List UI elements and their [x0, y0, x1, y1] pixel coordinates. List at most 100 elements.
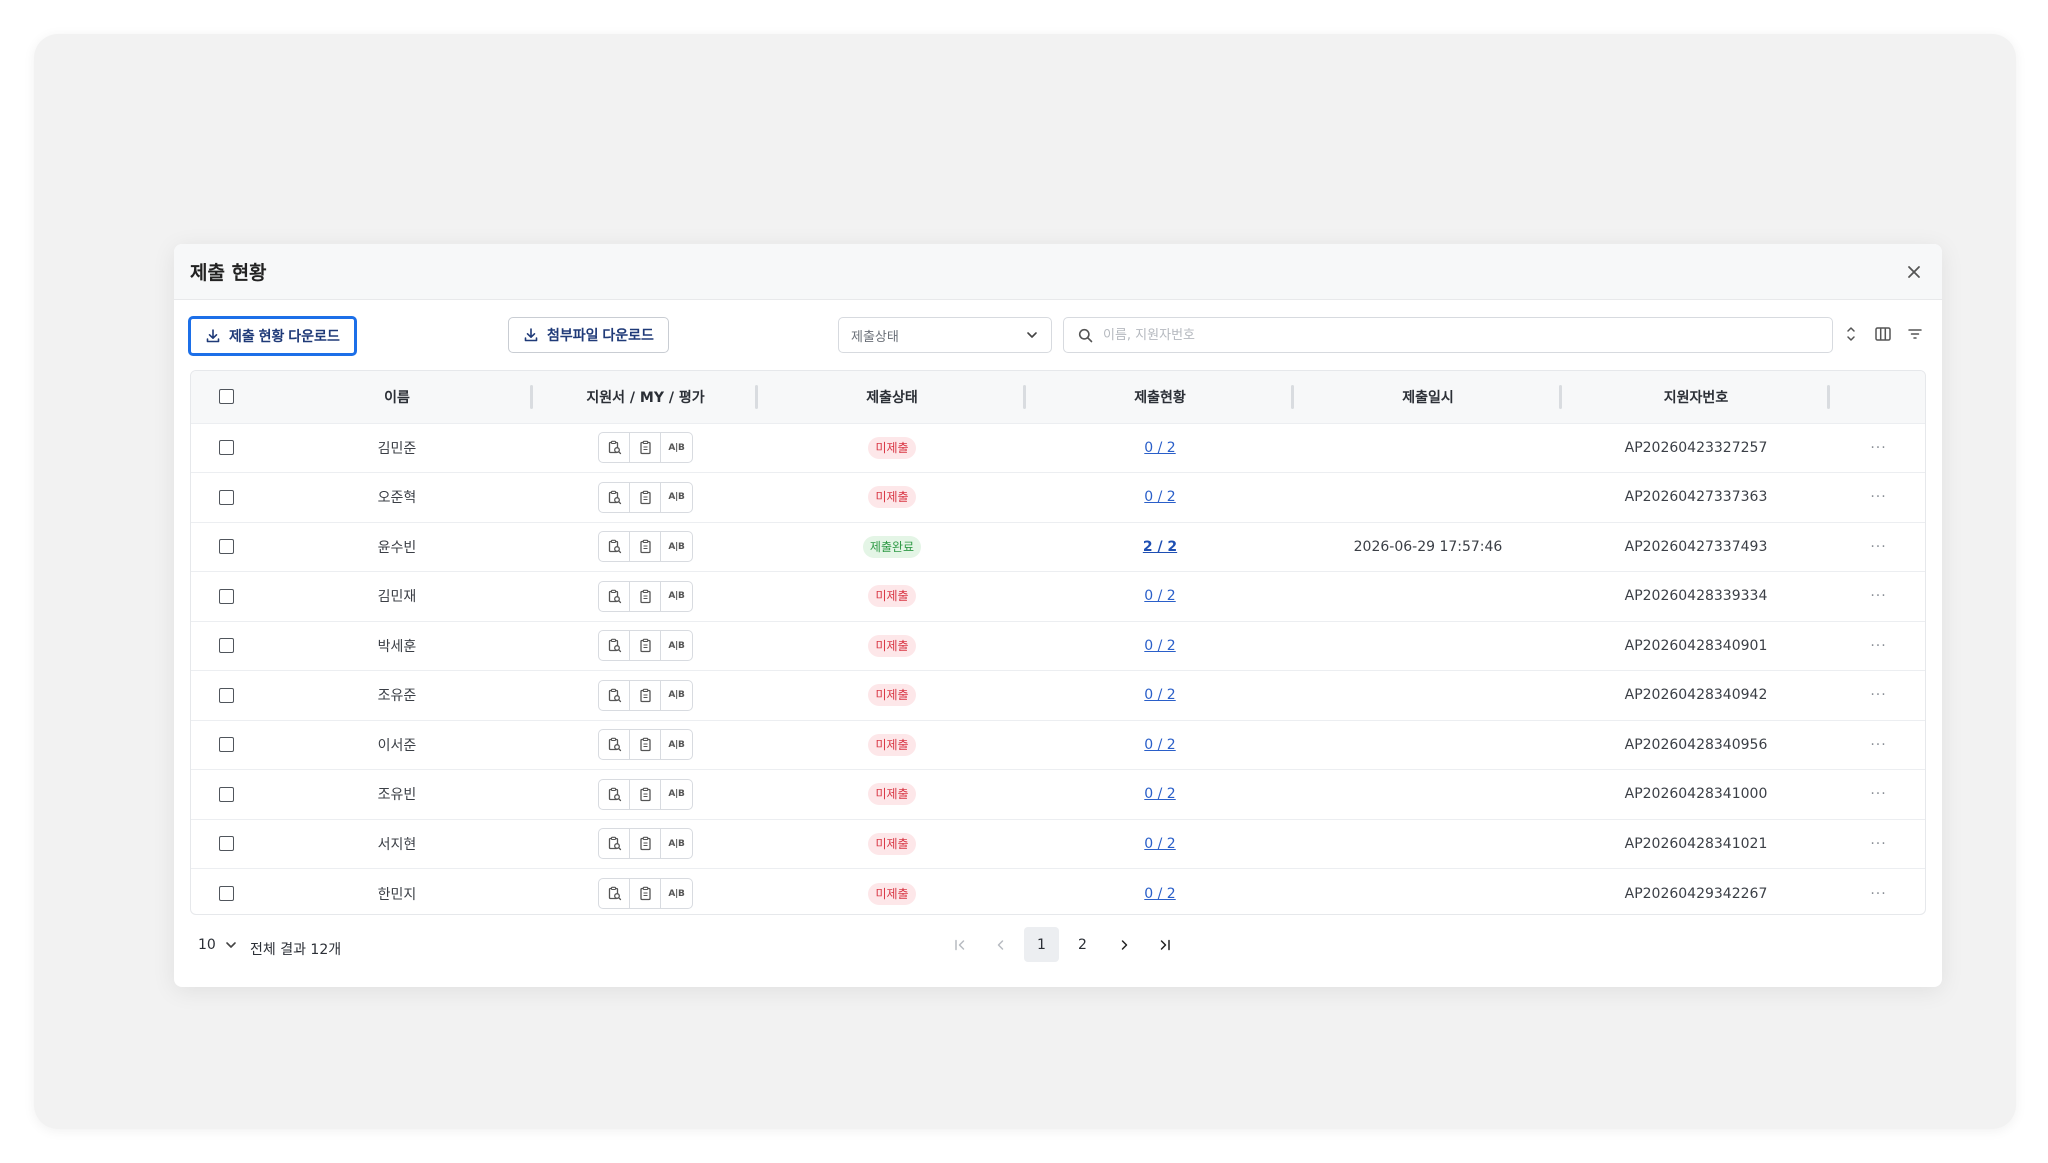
evaluation-button[interactable]: A|B	[661, 829, 692, 858]
my-button[interactable]	[630, 829, 661, 859]
evaluation-button[interactable]: A|B	[661, 879, 692, 908]
application-button[interactable]	[599, 879, 630, 908]
download-status-button[interactable]: 제출 현황 다운로드	[188, 316, 357, 356]
header-documents[interactable]: 지원서 / MY / 평가	[533, 371, 758, 423]
next-page-button[interactable]	[1106, 927, 1141, 962]
progress-link[interactable]: 0 / 2	[1144, 588, 1175, 604]
application-button[interactable]	[599, 730, 630, 760]
more-options-button[interactable]: ···	[1870, 588, 1886, 604]
progress-cell: 0 / 2	[1026, 720, 1294, 770]
progress-link[interactable]: 2 / 2	[1143, 539, 1177, 555]
table-row[interactable]: 조유빈 A|B 미제출 0 / 2 AP20260428341000 ···	[191, 769, 1925, 820]
application-button[interactable]	[599, 829, 630, 859]
more-options-button[interactable]: ···	[1870, 836, 1886, 852]
row-checkbox[interactable]	[218, 886, 234, 901]
evaluation-button[interactable]: A|B	[661, 582, 692, 611]
more-options-button[interactable]: ···	[1870, 539, 1886, 555]
progress-link[interactable]: 0 / 2	[1144, 886, 1175, 902]
application-button[interactable]	[599, 532, 630, 562]
row-checkbox[interactable]	[218, 588, 234, 604]
my-button[interactable]	[630, 680, 661, 710]
row-checkbox[interactable]	[218, 489, 234, 505]
progress-link[interactable]: 0 / 2	[1144, 737, 1175, 753]
evaluation-button[interactable]: A|B	[661, 433, 692, 462]
evaluation-button[interactable]: A|B	[661, 532, 692, 561]
search-box[interactable]	[1063, 317, 1833, 353]
my-button[interactable]	[630, 482, 661, 512]
my-button[interactable]	[630, 631, 661, 661]
my-button[interactable]	[630, 730, 661, 760]
page-size-select[interactable]: 10	[198, 937, 238, 953]
my-button[interactable]	[630, 779, 661, 809]
more-options-button[interactable]: ···	[1870, 786, 1886, 802]
table-row[interactable]: 김민재 A|B 미제출 0 / 2 AP20260428339334 ···	[191, 571, 1925, 622]
close-button[interactable]	[1900, 258, 1928, 286]
row-checkbox[interactable]	[218, 440, 234, 456]
header-submitted-at[interactable]: 제출일시	[1294, 371, 1562, 423]
progress-link[interactable]: 0 / 2	[1144, 489, 1175, 505]
progress-link[interactable]: 0 / 2	[1144, 638, 1175, 654]
table-row[interactable]: 조유준 A|B 미제출 0 / 2 AP20260428340942 ···	[191, 670, 1925, 721]
evaluation-button[interactable]: A|B	[661, 631, 692, 660]
download-attachments-button[interactable]: 첨부파일 다운로드	[508, 317, 669, 353]
more-options-button[interactable]: ···	[1870, 638, 1886, 654]
row-checkbox[interactable]	[218, 836, 234, 852]
progress-link[interactable]: 0 / 2	[1144, 440, 1175, 456]
more-options-button[interactable]: ···	[1870, 886, 1886, 902]
table-row[interactable]: 한민지 A|B 미제출 0 / 2 AP20260429342267 ···	[191, 868, 1925, 915]
application-button[interactable]	[599, 581, 630, 611]
applicant-name: 서지현	[377, 836, 417, 853]
header-status[interactable]: 제출상태	[758, 371, 1026, 423]
status-select[interactable]: 제출상태	[838, 317, 1052, 353]
header-progress[interactable]: 제출현황	[1026, 371, 1294, 423]
last-page-button[interactable]	[1147, 927, 1182, 962]
application-button[interactable]	[599, 779, 630, 809]
row-checkbox[interactable]	[218, 786, 234, 802]
evaluation-button[interactable]: A|B	[661, 483, 692, 512]
select-all-checkbox[interactable]	[218, 389, 234, 405]
progress-link[interactable]: 0 / 2	[1144, 687, 1175, 703]
page-button-2[interactable]: 2	[1065, 927, 1100, 962]
table-row[interactable]: 오준혁 A|B 미제출 0 / 2 AP20260427337363 ···	[191, 472, 1925, 523]
application-search-icon	[608, 440, 621, 455]
row-checkbox[interactable]	[218, 539, 234, 555]
table-row[interactable]: 김민준 A|B 미제출 0 / 2 AP20260423327257 ···	[191, 423, 1925, 473]
columns-button[interactable]	[1872, 323, 1894, 345]
evaluation-button[interactable]: A|B	[661, 730, 692, 759]
my-button[interactable]	[630, 879, 661, 908]
application-button[interactable]	[599, 482, 630, 512]
header-applicant-no[interactable]: 지원자번호	[1562, 371, 1830, 423]
my-button[interactable]	[630, 581, 661, 611]
application-button[interactable]	[599, 433, 630, 463]
submitted-at	[1294, 720, 1562, 770]
table-row[interactable]: 이서준 A|B 미제출 0 / 2 AP20260428340956 ···	[191, 720, 1925, 770]
table-row[interactable]: 서지현 A|B 미제출 0 / 2 AP20260428341021 ···	[191, 819, 1925, 869]
table-row[interactable]: 박세훈 A|B 미제출 0 / 2 AP20260428340901 ···	[191, 621, 1925, 671]
header-name[interactable]: 이름	[261, 371, 533, 423]
download-status-label: 제출 현황 다운로드	[229, 328, 340, 344]
more-options-button[interactable]: ···	[1870, 687, 1886, 703]
progress-link[interactable]: 0 / 2	[1144, 786, 1175, 802]
more-options-button[interactable]: ···	[1870, 440, 1886, 456]
status-badge: 미제출	[868, 783, 916, 806]
application-button[interactable]	[599, 631, 630, 661]
search-input[interactable]	[1103, 327, 1818, 343]
row-checkbox[interactable]	[218, 638, 234, 654]
page-button-1[interactable]: 1	[1024, 927, 1059, 962]
evaluation-button[interactable]: A|B	[661, 681, 692, 710]
more-options-button[interactable]: ···	[1870, 737, 1886, 753]
application-button[interactable]	[599, 680, 630, 710]
row-checkbox[interactable]	[218, 687, 234, 703]
prev-page-button[interactable]	[983, 927, 1018, 962]
first-page-button[interactable]	[942, 927, 977, 962]
my-button[interactable]	[630, 532, 661, 562]
progress-link[interactable]: 0 / 2	[1144, 836, 1175, 852]
filter-button[interactable]	[1904, 323, 1926, 345]
evaluation-button[interactable]: A|B	[661, 780, 692, 809]
document-buttons: A|B	[598, 778, 693, 810]
row-checkbox[interactable]	[218, 737, 234, 753]
sort-button[interactable]	[1840, 323, 1862, 345]
my-button[interactable]	[630, 433, 661, 463]
table-row[interactable]: 윤수빈 A|B 제출완료 2 / 2 2026-06-29 17:57:46 AP2026…	[191, 522, 1925, 572]
more-options-button[interactable]: ···	[1870, 489, 1886, 505]
